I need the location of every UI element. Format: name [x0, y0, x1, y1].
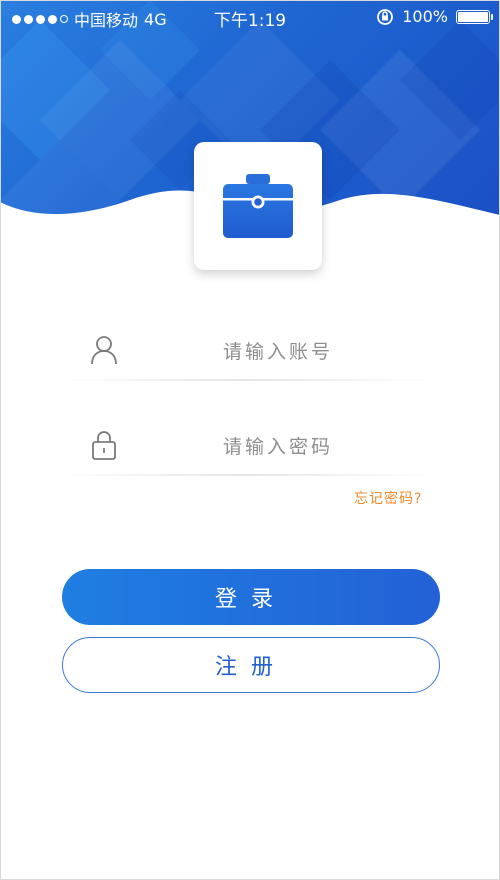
battery-icon: [456, 9, 493, 24]
lock-icon: [92, 431, 116, 460]
login-button[interactable]: 登录: [62, 569, 440, 625]
account-underline: [56, 379, 436, 381]
account-input[interactable]: [146, 333, 410, 371]
app-logo: [194, 142, 322, 270]
password-underline: [56, 474, 436, 476]
user-icon: [91, 336, 117, 365]
briefcase-icon: [223, 174, 293, 238]
account-field: [56, 325, 436, 381]
password-field: [56, 420, 436, 476]
battery-percent: 100%: [402, 7, 448, 26]
status-bar: 中国移动 4G 下午1:19 100%: [0, 0, 500, 34]
forgot-password-link[interactable]: 忘记密码?: [354, 488, 422, 508]
register-button[interactable]: 注册: [62, 637, 440, 693]
rotation-lock-icon: [377, 8, 394, 25]
password-input[interactable]: [146, 428, 410, 466]
